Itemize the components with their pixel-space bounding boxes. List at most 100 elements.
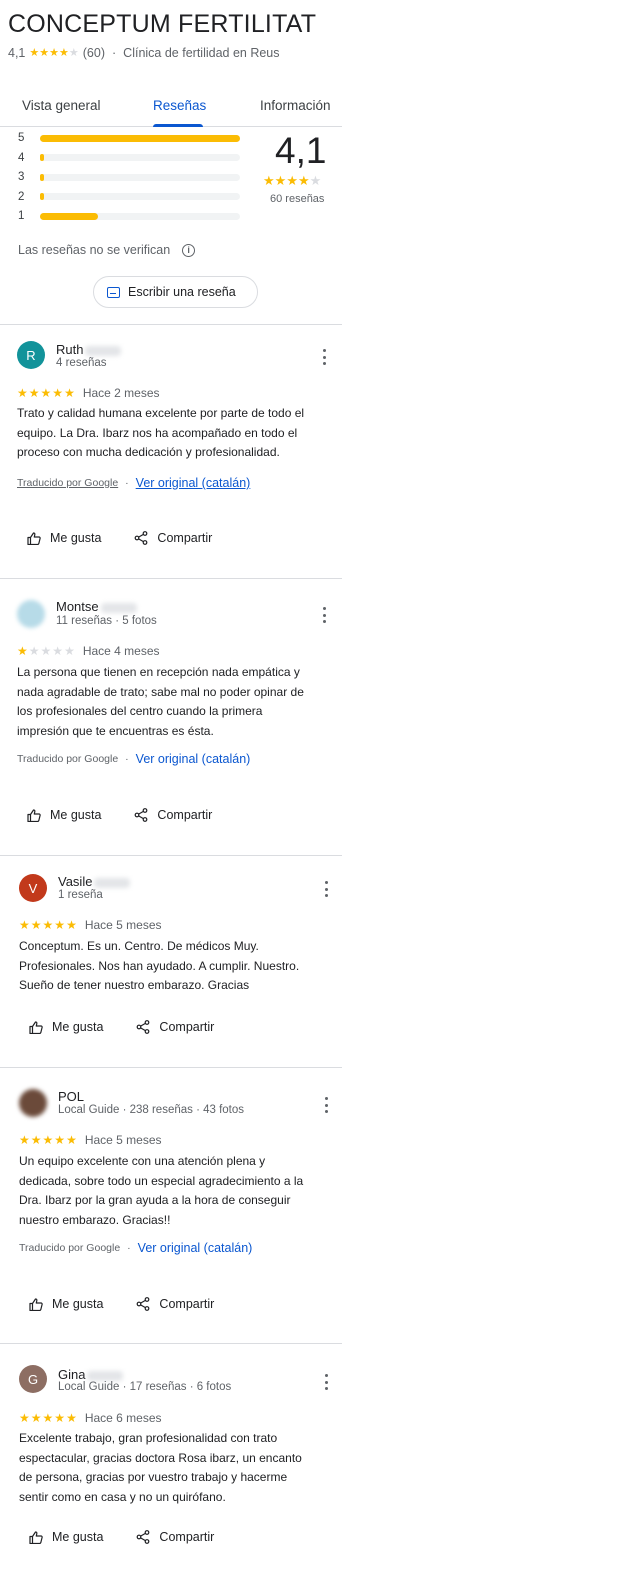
rating-bar-4[interactable]: 4 [18, 151, 240, 165]
rating-bar-fill [40, 193, 44, 200]
see-original-link[interactable]: Ver original (catalán) [138, 1241, 253, 1255]
like-button[interactable]: Me gusta [29, 1297, 103, 1311]
star-icon: ★ [286, 173, 298, 188]
unverified-notice: Las reseñas no se verifican i [18, 243, 196, 257]
total-reviews-count[interactable]: 60 reseñas [270, 193, 324, 205]
translation-notice: Traducido por Google · Ver original (cat… [17, 476, 250, 490]
review-card: Montse 11 reseñas · 5 fotos ★ ★ ★ ★ ★ Hace 4… [0, 578, 342, 855]
share-button[interactable]: Compartir [134, 531, 212, 545]
separator-dot: · [125, 477, 129, 489]
star-icon: ★ [64, 386, 75, 400]
share-button[interactable]: Compartir [134, 808, 212, 822]
avatar[interactable] [19, 1089, 47, 1117]
more-options-icon[interactable] [323, 1097, 329, 1113]
star-icon: ★ [54, 1133, 66, 1147]
star-icon: ★ [263, 173, 275, 188]
review-rating: ★ ★ ★ ★ ★ Hace 5 meses [19, 1133, 162, 1147]
rating-bar-1[interactable]: 1 [18, 209, 240, 223]
rating-bar-3[interactable]: 3 [18, 170, 240, 184]
more-options-icon[interactable] [323, 1374, 329, 1390]
tab-information[interactable]: Información [260, 98, 331, 113]
place-category[interactable]: Clínica de fertilidad en Reus [123, 46, 279, 60]
share-label: Compartir [157, 808, 213, 822]
star-icon: ★ [28, 644, 40, 658]
thumb-up-icon [29, 1020, 43, 1034]
info-icon[interactable]: i [182, 243, 196, 257]
review-rating: ★ ★ ★ ★ ★ Hace 6 meses [19, 1411, 162, 1425]
star-icon: ★ [17, 386, 28, 400]
rating-bar-2[interactable]: 2 [18, 190, 240, 204]
review-actions: Me gusta Compartir [29, 1020, 214, 1034]
reviewer-name[interactable]: POL [58, 1089, 84, 1104]
share-button[interactable]: Compartir [136, 1530, 214, 1544]
avatar[interactable] [17, 600, 45, 628]
reviewer-meta: Local Guide · 238 reseñas · 43 fotos [58, 1104, 245, 1116]
active-tab-indicator [153, 124, 203, 127]
star-icon: ★ [52, 386, 64, 400]
tab-reviews[interactable]: Reseñas [153, 98, 206, 113]
reviews-panel: CONCEPTUM FERTILITAT 4,1 ★ ★ ★ ★ ★ (60) … [0, 0, 342, 1580]
rating-bar-track [40, 193, 240, 200]
share-button[interactable]: Compartir [136, 1297, 214, 1311]
rating-bar-label: 5 [18, 132, 25, 144]
rating-bar-track [40, 212, 240, 220]
review-stars: ★ ★ ★ ★ ★ [19, 919, 78, 931]
avatar[interactable]: G [19, 1365, 47, 1393]
rating-bar-label: 2 [18, 190, 25, 203]
rating-bar-fill [40, 134, 240, 142]
review-card: POL Local Guide · 238 reseñas · 43 fotos… [0, 1067, 342, 1343]
like-button[interactable]: Me gusta [27, 531, 101, 545]
tab-overview[interactable]: Vista general [22, 98, 101, 113]
more-options-icon[interactable] [323, 881, 329, 897]
share-label: Compartir [157, 531, 213, 545]
share-icon [137, 1020, 150, 1034]
place-rating-count[interactable]: (60) [83, 46, 105, 60]
review-rating: ★ ★ ★ ★ ★ Hace 5 meses [19, 918, 162, 932]
share-icon [135, 531, 148, 545]
more-options-icon[interactable] [321, 349, 327, 365]
star-icon: ★ [52, 644, 64, 658]
rating-bar-label: 1 [18, 210, 25, 222]
separator-dot: · [125, 753, 129, 765]
thumb-up-icon [27, 808, 41, 822]
star-icon: ★ [30, 1133, 42, 1147]
rating-bar-label: 4 [18, 151, 25, 164]
avatar[interactable]: R [17, 341, 45, 369]
rating-bar-5[interactable]: 5 [18, 131, 240, 145]
review-text: Trato y calidad humana excelente por par… [17, 406, 305, 459]
reviewer-name[interactable]: Gina [58, 1367, 124, 1382]
review-stars: ★ ★ ★ ★ ★ [19, 1134, 78, 1146]
star-icon: ★ [59, 46, 69, 59]
reviewer-name-text: POL [58, 1089, 85, 1104]
more-options-icon[interactable] [321, 607, 327, 623]
reviewer-name[interactable]: Ruth [56, 342, 122, 357]
share-button[interactable]: Compartir [136, 1020, 214, 1034]
reviewer-name[interactable]: Vasile [58, 874, 131, 889]
reviewer-name[interactable]: Montse [56, 599, 137, 614]
write-review-label: Escribir una reseña [128, 285, 236, 299]
avatar[interactable]: V [19, 874, 47, 902]
rating-bar-track [40, 173, 240, 181]
see-original-link[interactable]: Ver original (catalán) [136, 752, 251, 766]
review-text: La persona que tienen en recepción nada … [17, 665, 304, 738]
see-original-link[interactable]: Ver original (catalán) [136, 476, 251, 490]
review-date: Hace 6 meses [84, 1411, 162, 1425]
like-button[interactable]: Me gusta [29, 1020, 103, 1034]
write-review-button[interactable]: Escribir una reseña [93, 276, 258, 308]
rating-bar-fill [40, 173, 44, 181]
rating-bar-label: 3 [18, 171, 25, 183]
star-icon: ★ [66, 1133, 77, 1147]
review-actions: Me gusta Compartir [27, 531, 212, 545]
place-title: CONCEPTUM FERTILITAT [8, 10, 317, 38]
like-button[interactable]: Me gusta [27, 808, 101, 822]
share-label: Compartir [159, 1297, 215, 1311]
review-rating: ★ ★ ★ ★ ★ Hace 4 meses [17, 644, 160, 658]
star-icon: ★ [30, 1411, 42, 1425]
review-stars: ★ ★ ★ ★ ★ [19, 1412, 78, 1424]
place-rating: 4,1 [8, 46, 26, 60]
star-icon: ★ [17, 644, 28, 658]
rating-bar-track [40, 154, 240, 161]
like-button[interactable]: Me gusta [29, 1530, 103, 1544]
share-icon [137, 1297, 150, 1311]
unverified-label: Las reseñas no se verifican [18, 243, 171, 257]
